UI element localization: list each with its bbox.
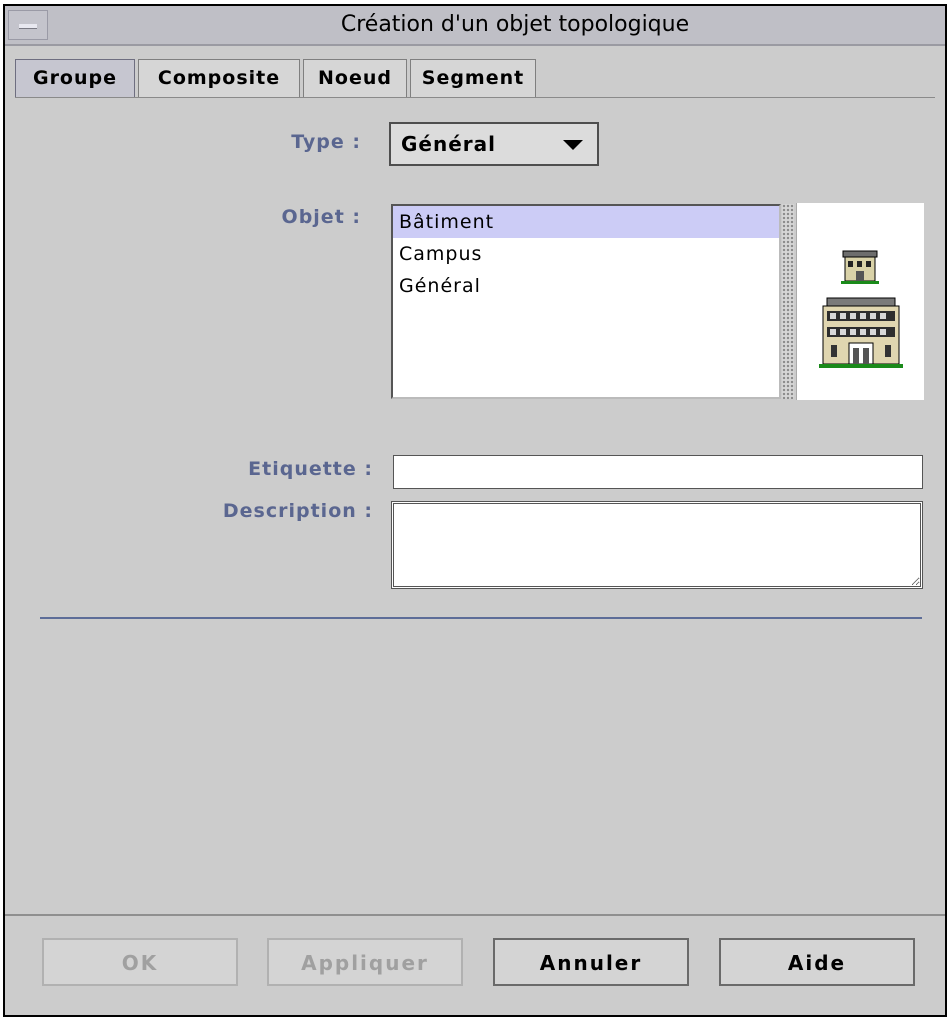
tab-groupe[interactable]: Groupe [15, 59, 135, 97]
tab-panel-border [15, 97, 935, 98]
footer-divider [5, 914, 945, 916]
label-field-label: Etiquette : [248, 458, 373, 480]
window-title: Création d'un objet topologique [340, 12, 690, 37]
dialog-window: Création d'un objet topologique Groupe C… [3, 4, 947, 1017]
type-label: Type : [291, 131, 361, 153]
content-divider [40, 617, 922, 619]
small-building-icon [841, 250, 879, 284]
apply-button[interactable]: Appliquer [267, 938, 463, 986]
type-combobox[interactable]: Général [389, 122, 599, 166]
tab-composite[interactable]: Composite [138, 59, 300, 97]
object-preview [796, 203, 924, 400]
ok-button[interactable]: OK [42, 938, 238, 986]
help-button[interactable]: Aide [719, 938, 915, 986]
cancel-button[interactable]: Annuler [493, 938, 689, 986]
list-item[interactable]: Général [393, 270, 779, 302]
list-item[interactable]: Campus [393, 238, 779, 270]
tab-noeud[interactable]: Noeud [303, 59, 407, 97]
object-list[interactable]: Bâtiment Campus Général [391, 204, 781, 399]
title-bar[interactable]: Création d'un objet topologique [5, 6, 945, 46]
chevron-down-icon [563, 140, 583, 150]
list-item[interactable]: Bâtiment [393, 206, 779, 238]
description-label: Description : [222, 500, 373, 522]
object-label: Objet : [281, 206, 361, 228]
large-building-icon [819, 297, 903, 368]
type-combobox-value: Général [401, 132, 496, 156]
split-pane-divider[interactable] [782, 204, 794, 399]
tab-segment[interactable]: Segment [410, 59, 536, 97]
description-textarea[interactable] [391, 501, 923, 589]
label-input[interactable] [393, 455, 923, 489]
